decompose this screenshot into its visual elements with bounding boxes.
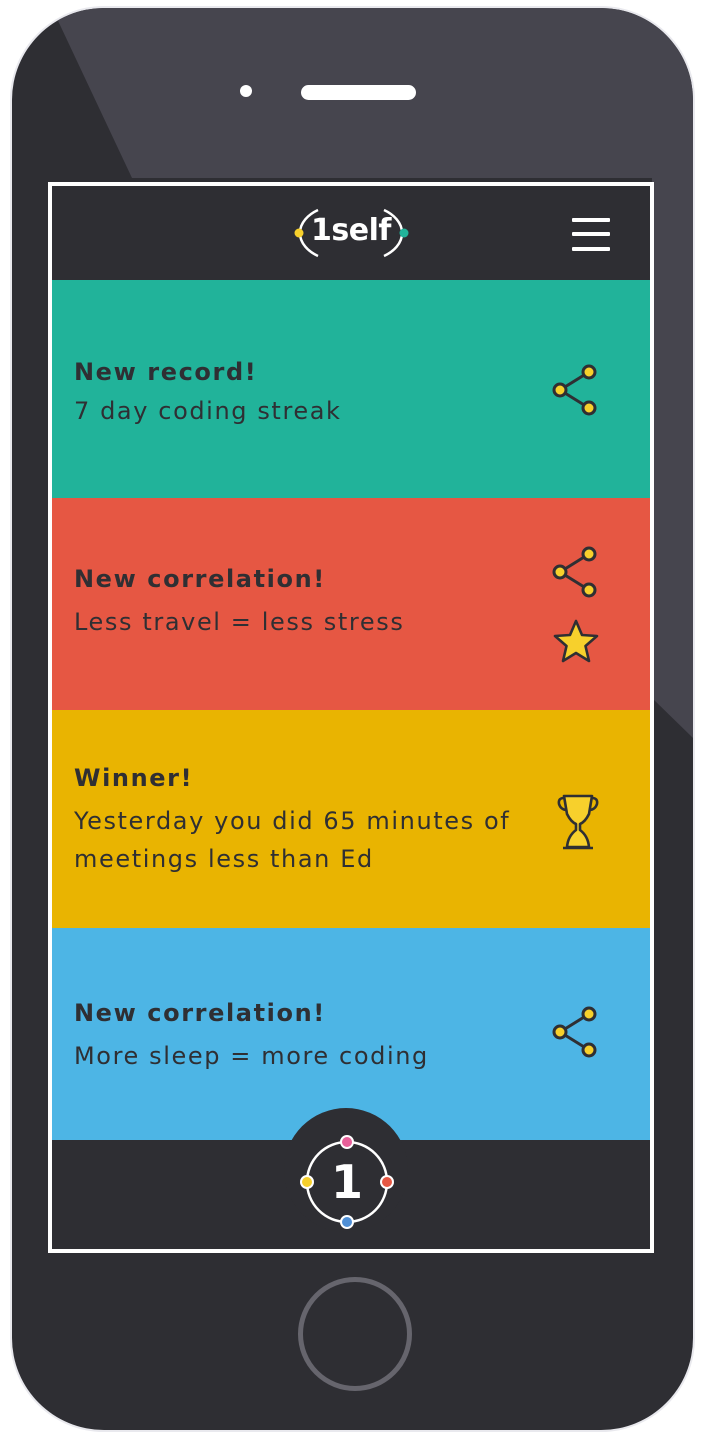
menu-button[interactable] — [570, 214, 612, 254]
hamburger-menu-icon — [572, 218, 610, 222]
card-body: 7 day coding streak — [74, 397, 342, 425]
app-logo[interactable]: 1self — [290, 202, 412, 264]
earpiece-speaker — [301, 85, 416, 100]
star-icon[interactable] — [552, 618, 600, 666]
phone-frame: 1self New record! 7 day coding streak Ne… — [12, 8, 693, 1430]
card-winner[interactable]: Winner! Yesterday you did 65 minutes of … — [52, 710, 650, 928]
card-title: Winner! — [74, 764, 194, 792]
hamburger-menu-icon-bar — [572, 247, 610, 251]
card-title: New record! — [74, 358, 258, 386]
card-title: New correlation! — [74, 999, 326, 1027]
device-home-button[interactable] — [298, 1277, 412, 1391]
card-title: New correlation! — [74, 565, 326, 593]
home-logo-text: 1 — [330, 1155, 363, 1209]
share-icon[interactable] — [550, 1004, 602, 1060]
card-new-record[interactable]: New record! 7 day coding streak — [52, 280, 650, 498]
home-logo-button[interactable]: 1 — [297, 1132, 397, 1232]
card-correlation-travel[interactable]: New correlation! Less travel = less stre… — [52, 498, 650, 710]
front-camera — [240, 85, 252, 97]
trophy-icon[interactable] — [556, 790, 600, 852]
card-body: More sleep = more coding — [74, 1042, 429, 1070]
card-body: Yesterday you did 65 minutes of meetings… — [74, 807, 511, 873]
logo-text: 1self — [311, 213, 391, 248]
share-icon[interactable] — [550, 362, 602, 418]
card-body: Less travel = less stress — [74, 608, 405, 636]
share-icon[interactable] — [550, 544, 602, 600]
hamburger-menu-icon-bar — [572, 232, 610, 236]
top-bar: 1self — [52, 186, 650, 280]
app-screen: 1self New record! 7 day coding streak Ne… — [48, 182, 654, 1253]
